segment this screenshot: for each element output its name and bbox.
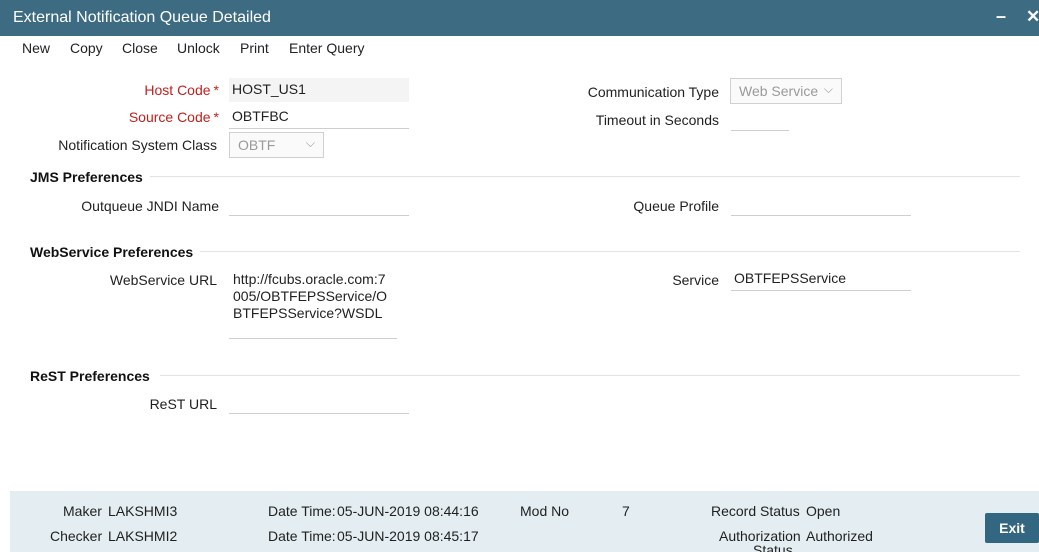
mod-no-label: Mod No — [520, 503, 570, 519]
maker-datetime-label: Date Time: — [268, 503, 336, 519]
authorization-status-label-line2: Status — [753, 542, 793, 552]
chevron-down-icon: ⌵ — [823, 82, 833, 96]
communication-type-select[interactable]: Web Service ⌵ — [730, 78, 842, 104]
communication-type-value: Web Service — [739, 83, 819, 99]
source-code-label: Source Code * — [128, 109, 219, 125]
checker-datetime-label: Date Time: — [268, 528, 336, 544]
timeout-field[interactable] — [731, 107, 789, 131]
mod-no-value: 7 — [622, 503, 630, 519]
record-status-value: Open — [806, 503, 841, 519]
rest-divider — [160, 375, 1020, 376]
minimize-icon[interactable]: – — [996, 6, 1006, 27]
checker-value: LAKSHMI2 — [108, 528, 178, 544]
notification-system-class-select[interactable]: OBTF ⌵ — [229, 132, 324, 158]
service-label: Service — [672, 272, 719, 288]
webservice-divider — [200, 251, 1020, 252]
maker-value: LAKSHMI3 — [108, 503, 178, 519]
maker-datetime-value: 05-JUN-2019 08:44:16 — [337, 503, 479, 519]
rest-url-field[interactable] — [229, 390, 409, 414]
menu-enter-query[interactable]: Enter Query — [289, 40, 364, 56]
host-code-field: HOST_US1 — [229, 78, 409, 102]
rest-section-heading: ReST Preferences — [30, 368, 150, 384]
webservice-url-label: WebService URL — [109, 272, 217, 288]
menu-copy[interactable]: Copy — [70, 40, 103, 56]
authorization-status-value: Authorized — [806, 528, 873, 544]
checker-label: Checker — [50, 528, 103, 544]
webservice-section-heading: WebService Preferences — [30, 244, 194, 260]
queue-profile-field[interactable] — [731, 192, 911, 216]
menu-print[interactable]: Print — [240, 40, 269, 56]
source-code-field[interactable]: OBTFBC — [229, 105, 409, 129]
window-title: External Notification Queue Detailed — [13, 9, 271, 26]
title-bar: External Notification Queue Detailed – ✕ — [0, 0, 1039, 36]
timeout-label: Timeout in Seconds — [595, 112, 719, 128]
menu-new[interactable]: New — [22, 40, 50, 56]
service-field[interactable]: OBTFEPSService — [731, 267, 911, 291]
outqueue-jndi-field[interactable] — [229, 192, 409, 216]
maker-label: Maker — [63, 503, 102, 519]
outqueue-jndi-label: Outqueue JNDI Name — [81, 198, 219, 214]
jms-section-heading: JMS Preferences — [30, 169, 143, 185]
menu-unlock[interactable]: Unlock — [177, 40, 220, 56]
exit-button[interactable]: Exit — [985, 513, 1039, 543]
menu-close[interactable]: Close — [122, 40, 158, 56]
notification-system-class-value: OBTF — [238, 137, 276, 153]
host-code-label: Host Code * — [144, 82, 219, 98]
rest-url-label: ReST URL — [149, 396, 217, 412]
record-status-label: Record Status — [711, 503, 800, 519]
notification-system-class-label: Notification System Class — [58, 137, 217, 153]
jms-divider — [150, 176, 1020, 177]
queue-profile-label: Queue Profile — [633, 198, 719, 214]
checker-datetime-value: 05-JUN-2019 08:45:17 — [337, 528, 479, 544]
chevron-down-icon: ⌵ — [305, 136, 315, 150]
menu-bar: New Copy Close Unlock Print Enter Query — [0, 36, 1039, 60]
communication-type-label: Communication Type — [587, 84, 719, 100]
close-icon[interactable]: ✕ — [1026, 7, 1039, 27]
webservice-url-field[interactable]: http://fcubs.oracle.com:7005/OBTFEPSServ… — [229, 271, 397, 339]
